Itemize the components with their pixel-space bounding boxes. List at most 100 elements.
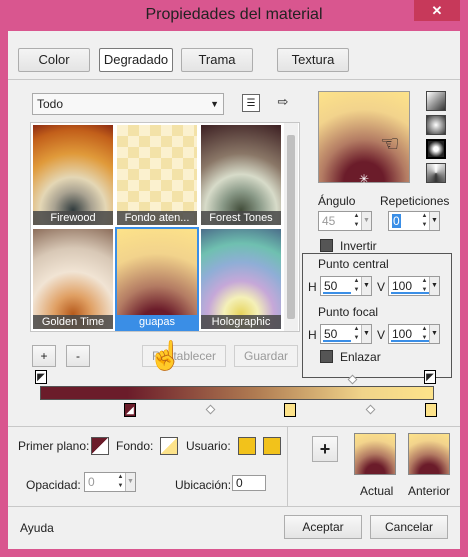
thumb-label: Holographic: [201, 315, 281, 329]
sunburst-style-icon[interactable]: [426, 163, 446, 183]
gradient-bar[interactable]: [40, 386, 434, 400]
save-button[interactable]: Guardar: [234, 345, 298, 367]
tab-gradient[interactable]: Degradado: [99, 48, 173, 72]
remove-gradient-button[interactable]: -: [66, 345, 90, 367]
accept-button[interactable]: Aceptar: [284, 515, 362, 539]
thumb-label: guapas: [117, 315, 197, 329]
tab-texture[interactable]: Textura: [277, 48, 349, 72]
thumb-label: Fondo aten...: [117, 211, 197, 225]
chevron-down-icon[interactable]: ▼: [429, 325, 439, 343]
tab-pattern[interactable]: Trama: [181, 48, 253, 72]
spin-arrows-icon[interactable]: ▲ ▼: [352, 277, 361, 295]
gradient-thumb[interactable]: Holographic: [201, 229, 281, 329]
location-input[interactable]: 0: [232, 475, 266, 491]
user-color-swatch-2[interactable]: [263, 437, 281, 455]
foreground-swatch[interactable]: [91, 437, 109, 455]
angle-value: 45: [322, 214, 336, 228]
tab-color[interactable]: Color: [18, 48, 90, 72]
gradient-thumb[interactable]: Golden Time: [33, 229, 113, 329]
spin-arrows-icon[interactable]: ▲ ▼: [420, 325, 429, 343]
gradient-category-select[interactable]: Todo ▼: [32, 93, 224, 115]
arrow-right-icon[interactable]: ⇨: [274, 93, 292, 111]
chevron-down-icon[interactable]: ▼: [361, 325, 371, 343]
opacity-stop-icon[interactable]: ◤: [424, 370, 436, 384]
gallery-view-icon[interactable]: ☰: [242, 94, 260, 112]
spin-arrows-icon[interactable]: ▲ ▼: [352, 325, 361, 343]
center-h-label: H: [308, 280, 317, 294]
value-bar: [323, 292, 351, 294]
repetitions-input[interactable]: 0 ▲ ▼ ▼: [388, 211, 440, 231]
add-gradient-button[interactable]: +: [32, 345, 56, 367]
focal-v-input[interactable]: 100 ▲ ▼ ▼: [388, 324, 440, 344]
gallery-scrollbar[interactable]: [284, 123, 298, 331]
opacity-stop-icon[interactable]: ◤: [35, 370, 47, 384]
color-midpoint-icon[interactable]: [365, 404, 376, 415]
window-title: Propiedades del material: [145, 6, 323, 23]
gradient-thumb[interactable]: Firewood: [33, 125, 113, 225]
radial-style-icon[interactable]: [426, 139, 446, 159]
color-stop-icon[interactable]: [425, 403, 437, 417]
color-stop-icon[interactable]: [284, 403, 296, 417]
invert-label: Invertir: [340, 239, 377, 253]
opacity-input[interactable]: 0 ▲ ▼ ▼: [84, 472, 136, 492]
location-label: Ubicación:: [175, 478, 232, 492]
center-v-input[interactable]: 100 ▲ ▼ ▼: [388, 276, 440, 296]
hand-cursor-icon: ☝: [148, 340, 183, 371]
foreground-label: Primer plano:: [18, 439, 90, 453]
chevron-down-icon[interactable]: ▼: [361, 212, 371, 230]
chevron-down-icon: ▼: [210, 99, 219, 109]
cancel-button[interactable]: Cancelar: [370, 515, 448, 539]
angle-input[interactable]: 45 ▲ ▼ ▼: [318, 211, 372, 231]
chevron-down-icon[interactable]: ▼: [429, 212, 439, 230]
hand-pointer-icon: ☜: [380, 131, 400, 156]
gradient-thumb[interactable]: Fondo aten...: [117, 125, 197, 225]
focal-v-label: V: [377, 328, 386, 342]
divider: [8, 506, 460, 507]
center-h-value: 50: [324, 279, 338, 293]
color-midpoint-icon[interactable]: [205, 404, 216, 415]
repetitions-value: 0: [392, 214, 401, 228]
thumb-label: Golden Time: [33, 315, 113, 329]
category-value: Todo: [37, 97, 64, 111]
focal-v-value: 100: [392, 327, 413, 341]
value-bar: [323, 340, 351, 342]
opacity-value: 0: [88, 475, 95, 489]
linear-style-icon[interactable]: [426, 91, 446, 111]
spin-arrows-icon[interactable]: ▲ ▼: [420, 212, 429, 230]
focal-h-value: 50: [324, 327, 338, 341]
center-v-label: V: [377, 280, 386, 294]
current-preview[interactable]: [354, 433, 396, 475]
opacity-label: Opacidad:: [26, 478, 81, 492]
rectangular-style-icon[interactable]: [426, 115, 446, 135]
color-stop-icon[interactable]: ◢: [124, 403, 136, 417]
dialog-client: Color Degradado Trama Textura Todo ▼ ☰ ⇨…: [8, 31, 460, 549]
spin-arrows-icon[interactable]: ▲ ▼: [352, 212, 361, 230]
gradient-thumb[interactable]: Forest Tones: [201, 125, 281, 225]
previous-preview[interactable]: [408, 433, 450, 475]
chevron-down-icon[interactable]: ▼: [361, 277, 371, 295]
close-button[interactable]: ✕: [414, 0, 460, 21]
gradient-thumb-selected[interactable]: guapas: [115, 227, 199, 331]
link-checkbox[interactable]: [320, 350, 333, 363]
thumb-label: Forest Tones: [201, 211, 281, 225]
focal-point-label: Punto focal: [318, 305, 379, 319]
chevron-down-icon[interactable]: ▼: [429, 277, 439, 295]
focal-h-label: H: [308, 328, 317, 342]
user-label: Usuario:: [186, 439, 231, 453]
spin-arrows-icon[interactable]: ▲ ▼: [116, 473, 125, 491]
background-swatch[interactable]: [160, 437, 178, 455]
user-color-swatch-1[interactable]: [238, 437, 256, 455]
chevron-down-icon[interactable]: ▼: [125, 473, 135, 491]
spin-arrows-icon[interactable]: ▲ ▼: [420, 277, 429, 295]
help-link[interactable]: Ayuda: [20, 521, 54, 535]
focal-h-input[interactable]: 50 ▲ ▼ ▼: [320, 324, 372, 344]
add-button[interactable]: +: [312, 436, 338, 462]
background-label: Fondo:: [116, 439, 154, 453]
center-h-input[interactable]: 50 ▲ ▼ ▼: [320, 276, 372, 296]
scrollbar-thumb[interactable]: [287, 135, 295, 319]
divider: [8, 79, 460, 80]
link-label: Enlazar: [340, 350, 381, 364]
divider: [287, 426, 288, 506]
invert-checkbox[interactable]: [320, 239, 333, 252]
divider: [8, 426, 460, 427]
